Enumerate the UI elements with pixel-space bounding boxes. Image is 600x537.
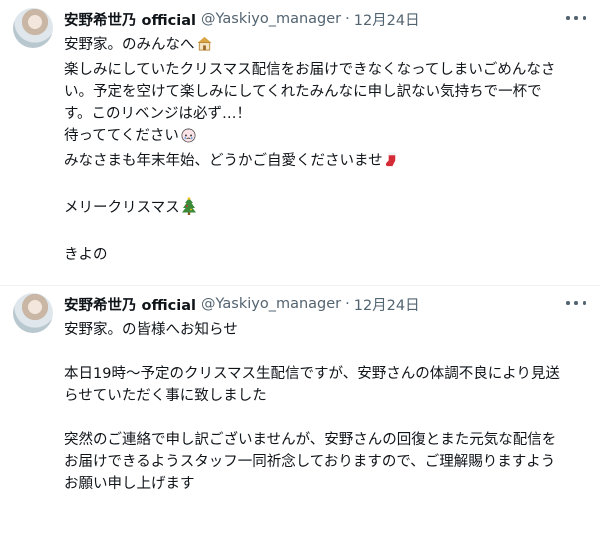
christmas-tree-emoji	[181, 197, 197, 222]
tweet-line: 楽しみにしていたクリスマス配信をお届けできなくなってしまいごめんなさ	[64, 59, 586, 81]
author-name[interactable]: 安野希世乃 official	[64, 9, 196, 30]
tweet-line	[64, 341, 586, 363]
tweet[interactable]: 安野希世乃 official @Yaskiyo_manager · 12月24日…	[0, 0, 600, 285]
stocking-emoji	[384, 151, 399, 175]
tweet-body: 安野家。のみんなへ 楽しみにしていたクリスマス配信をお届けできなくなってしまいご…	[64, 34, 586, 266]
crying-face-emoji	[180, 126, 197, 150]
header-separator: ·	[345, 11, 350, 27]
tweet-line: 待っててください	[64, 125, 586, 150]
avatar[interactable]	[13, 293, 53, 333]
line-text: 突然のご連絡で申し訳ございませんが、安野さんの回復とまた元気な配信を	[64, 432, 557, 448]
tweet-header: 安野希世乃 official @Yaskiyo_manager · 12月24日	[64, 8, 420, 30]
line-text: お願い申し上げます	[64, 476, 195, 492]
tweet-line: 本日19時～予定のクリスマス生配信ですが、安野さんの体調不良により見送	[64, 363, 586, 385]
line-text: 待っててください	[64, 128, 179, 144]
tweet-line: 突然のご連絡で申し訳ございませんが、安野さんの回復とまた元気な配信を	[64, 429, 586, 451]
tweet-line: お届けできるようスタッフ一同祈念しておりますので、ご理解賜りますよう	[64, 451, 586, 473]
tweet[interactable]: 安野希世乃 official @Yaskiyo_manager · 12月24日…	[0, 285, 600, 537]
house-emoji	[196, 35, 213, 59]
tweet-line: い。予定を空けて楽しみにしてくれたみんなに申し訳ない気持ちで一杯で	[64, 81, 586, 103]
line-text: い。予定を空けて楽しみにしてくれたみんなに申し訳ない気持ちで一杯で	[64, 84, 542, 100]
line-text: 安野家。の皆様へお知らせ	[64, 322, 238, 338]
line-text: みなさまも年末年始、どうかご自愛くださいませ	[64, 153, 383, 169]
line-text: 本日19時～予定のクリスマス生配信ですが、安野さんの体調不良により見送	[64, 366, 560, 382]
tweet-body: 安野家。の皆様へお知らせ 本日19時～予定のクリスマス生配信ですが、安野さんの体…	[64, 319, 586, 495]
tweet-line: お願い申し上げます	[64, 473, 586, 495]
tweet-line: みなさまも年末年始、どうかご自愛くださいませ	[64, 150, 586, 175]
line-text: 安野家。のみんなへ	[64, 37, 195, 53]
tweet-line: らせていただく事に致しました	[64, 385, 586, 407]
tweet-line: きよの	[64, 244, 586, 266]
tweet-line	[64, 407, 586, 429]
tweet-line	[64, 175, 586, 197]
line-text: らせていただく事に致しました	[64, 388, 267, 404]
author-handle[interactable]: @Yaskiyo_manager	[201, 296, 341, 312]
tweet-date[interactable]: 12月24日	[354, 9, 420, 30]
line-text: お届けできるようスタッフ一同祈念しておりますので、ご理解賜りますよう	[64, 454, 556, 470]
line-text: メリークリスマス	[64, 200, 180, 216]
tweet-line: 安野家。の皆様へお知らせ	[64, 319, 586, 341]
header-separator: ·	[345, 296, 350, 312]
tweet-date[interactable]: 12月24日	[354, 294, 420, 315]
avatar[interactable]	[13, 8, 53, 48]
tweet-line: 安野家。のみんなへ	[64, 34, 586, 59]
tweet-line: メリークリスマス	[64, 197, 586, 222]
more-horizontal-icon[interactable]	[566, 295, 586, 311]
line-text: す。このリベンジは必ず…！	[64, 106, 252, 122]
line-text: きよの	[64, 247, 108, 263]
tweet-feed: 安野希世乃 official @Yaskiyo_manager · 12月24日…	[0, 0, 600, 537]
tweet-line	[64, 222, 586, 244]
author-name[interactable]: 安野希世乃 official	[64, 294, 196, 315]
more-horizontal-icon[interactable]	[566, 10, 586, 26]
tweet-header: 安野希世乃 official @Yaskiyo_manager · 12月24日	[64, 293, 420, 315]
line-text: 楽しみにしていたクリスマス配信をお届けできなくなってしまいごめんなさ	[64, 62, 556, 78]
author-handle[interactable]: @Yaskiyo_manager	[201, 11, 341, 27]
tweet-line: す。このリベンジは必ず…！	[64, 103, 586, 125]
